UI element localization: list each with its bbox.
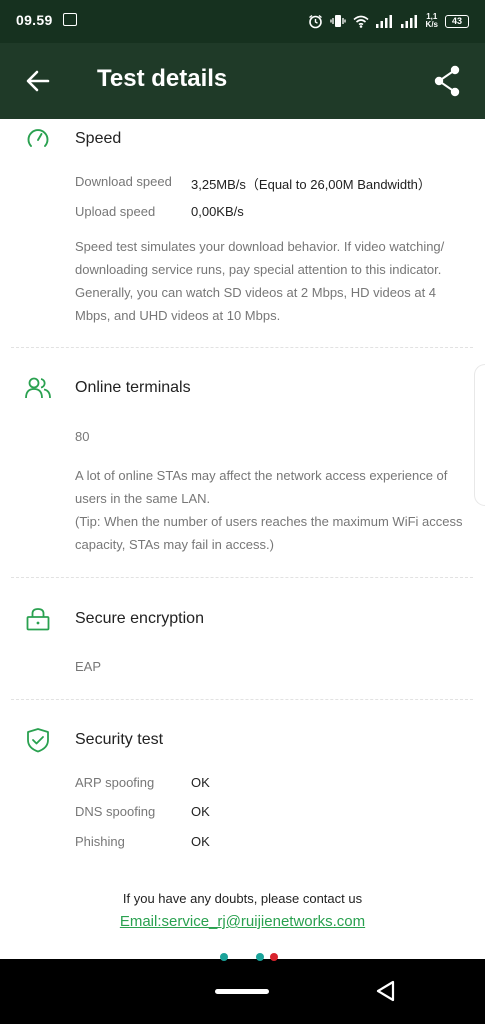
lock-icon (24, 605, 52, 633)
download-speed-label: Download speed (75, 174, 172, 189)
download-speed-row: Download speed 3,25MB/s（Equal to 26,00M … (75, 174, 431, 193)
encryption-type-value: EAP (75, 659, 102, 674)
upload-speed-label: Upload speed (75, 204, 156, 219)
dns-spoofing-label: DNS spoofing (75, 804, 156, 819)
vibrate-icon (329, 15, 346, 27)
image-icon (63, 13, 77, 26)
email-link[interactable]: Email:service_rj@ruijienetworks.com (120, 913, 365, 930)
arp-spoofing-value: OK (191, 775, 210, 790)
network-speed-unit: K/s (425, 20, 438, 29)
phishing-label: Phishing (75, 834, 125, 849)
dns-spoofing-value: OK (191, 804, 210, 819)
online-terminals-title: Online terminals (75, 379, 191, 396)
online-terminals-section-header: Online terminals (24, 374, 191, 402)
logo-fragment-icon (270, 953, 278, 961)
dns-spoofing-row: DNS spoofing OK (75, 804, 210, 819)
system-navigation-bar (0, 953, 485, 1024)
arp-spoofing-row: ARP spoofing OK (75, 775, 210, 790)
online-terminals-description: A lot of online STAs may affect the netw… (75, 468, 448, 506)
back-triangle-icon[interactable] (374, 979, 398, 1003)
email-link-row: Email:service_rj@ruijienetworks.com (0, 913, 485, 930)
page-title: Test details (97, 65, 228, 92)
logo-fragment-icon (220, 953, 228, 961)
speed-title: Speed (75, 130, 122, 147)
status-icons: 1,1 K/s 43 (308, 10, 469, 32)
online-terminals-count: 80 (75, 429, 90, 444)
phishing-row: Phishing OK (75, 834, 210, 849)
test-details-content[interactable]: Speed Download speed 3,25MB/s（Equal to 2… (0, 119, 485, 959)
home-button[interactable] (215, 989, 269, 994)
signal-icon (375, 14, 392, 28)
arp-spoofing-label: ARP spoofing (75, 775, 155, 790)
back-arrow-icon[interactable] (24, 67, 52, 95)
secure-encryption-section-header: Secure encryption (24, 605, 204, 633)
upload-speed-row: Upload speed 0,00KB/s (75, 204, 244, 219)
signal-icon (400, 14, 417, 28)
divider (11, 699, 473, 700)
logo-fragment-icon (256, 953, 264, 961)
status-bar: 09.59 1,1 K/s 43 (0, 0, 485, 43)
share-icon[interactable] (433, 65, 461, 97)
app-bar: Test details (0, 43, 485, 119)
shield-check-icon (24, 726, 52, 754)
alarm-icon (308, 14, 322, 28)
speedometer-icon (24, 125, 52, 153)
users-icon (24, 374, 52, 402)
security-test-section-header: Security test (24, 726, 163, 754)
contact-text: If you have any doubts, please contact u… (122, 891, 363, 906)
speed-section-header: Speed (24, 125, 121, 153)
divider (11, 347, 473, 348)
network-speed: 1,1 K/s (426, 13, 438, 29)
battery-icon: 43 (445, 14, 469, 28)
download-speed-value: 3,25MB/s（Equal to 26,00M Bandwidth） (191, 177, 431, 192)
divider (11, 577, 473, 578)
phishing-value: OK (191, 834, 210, 849)
security-test-title: Security test (75, 731, 164, 748)
upload-speed-value: 0,00KB/s (191, 204, 244, 219)
side-panel-handle[interactable] (474, 364, 485, 506)
wifi-icon (353, 15, 369, 28)
speed-description: Speed test simulates your download behav… (75, 239, 445, 323)
status-time: 09.59 (16, 12, 53, 28)
online-terminals-tip: (Tip: When the number of users reaches t… (75, 514, 463, 552)
secure-encryption-title: Secure encryption (75, 610, 204, 627)
